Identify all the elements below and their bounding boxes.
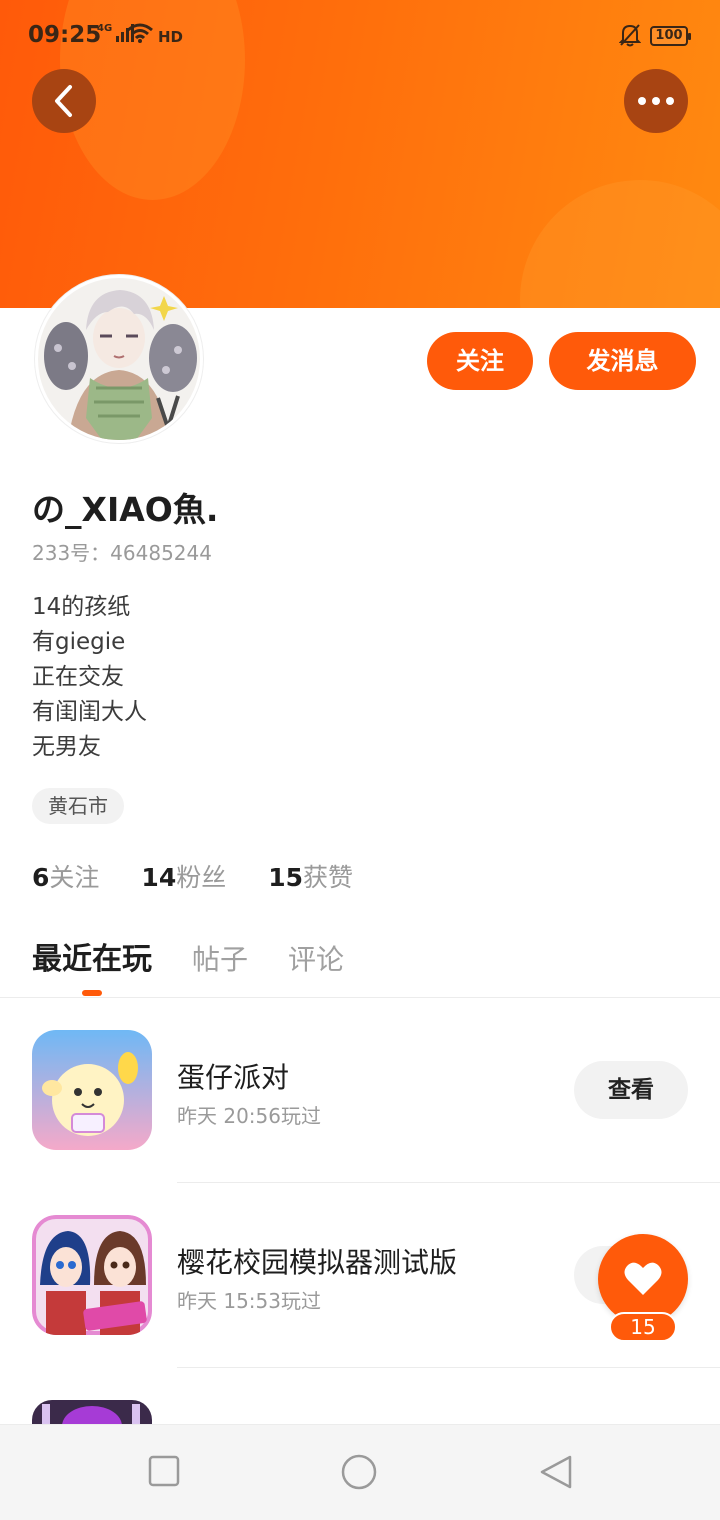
active-tab-indicator	[82, 990, 102, 996]
system-navigation-bar	[0, 1424, 720, 1520]
bio-line: 有闺闺大人	[32, 699, 147, 725]
status-time: 09:25	[28, 22, 102, 48]
game-icon-sakura-school	[32, 1215, 152, 1335]
heart-icon	[624, 1262, 662, 1295]
divider	[177, 1367, 720, 1368]
tab-comments[interactable]: 评论	[288, 938, 344, 978]
bio-line: 无男友	[32, 734, 101, 760]
hd-indicator: HD	[158, 28, 184, 46]
chevron-left-icon	[55, 85, 72, 117]
follow-button[interactable]: 关注	[427, 332, 533, 390]
like-count-badge: 15	[609, 1312, 677, 1342]
game-name: 蛋仔派对	[177, 1061, 290, 1094]
profile-bio: 14的孩纸 有giegie 正在交友 有闺闺大人 无男友	[32, 590, 147, 765]
bio-line: 有giegie	[32, 629, 126, 655]
profile-uid[interactable]: 233号：46485244	[32, 537, 212, 566]
stat-followers[interactable]: 14粉丝	[141, 858, 226, 894]
avatar[interactable]	[35, 275, 203, 443]
game-icon-eggy-party	[32, 1030, 152, 1150]
game-icon-partial	[32, 1400, 152, 1424]
back-nav-icon[interactable]	[538, 1454, 574, 1490]
bio-line: 14的孩纸	[32, 594, 131, 620]
game-played-time: 昨天 20:56玩过	[177, 1104, 321, 1128]
status-bar: 09:25 4G HD 100	[0, 0, 720, 72]
tab-recently-played[interactable]: 最近在玩	[32, 934, 152, 978]
profile-screen: 09:25 4G HD 100 关注 发消息 の_XIAO魚. 233号：464…	[0, 0, 720, 1520]
battery-indicator: 100	[650, 26, 691, 46]
profile-nickname: の_XIAO魚.	[32, 490, 219, 529]
wifi-icon	[127, 23, 153, 43]
back-button[interactable]	[32, 69, 96, 133]
profile-tabs: 最近在玩 帖子 评论	[32, 934, 344, 978]
avatar-image	[38, 278, 200, 440]
game-played-time: 昨天 15:53玩过	[177, 1289, 321, 1313]
view-game-button[interactable]: 查看	[574, 1061, 688, 1119]
home-icon[interactable]	[340, 1453, 378, 1491]
stat-following[interactable]: 6关注	[32, 858, 99, 894]
profile-stats: 6关注 14粉丝 15获赞	[32, 858, 353, 894]
game-name: 樱花校园模拟器测试版	[177, 1246, 458, 1279]
tab-posts[interactable]: 帖子	[192, 938, 248, 978]
bell-muted-icon	[619, 24, 641, 47]
send-message-button[interactable]: 发消息	[549, 332, 696, 390]
bio-line: 正在交友	[32, 664, 124, 690]
more-options-button[interactable]	[624, 69, 688, 133]
more-dots-icon	[638, 97, 674, 105]
like-button[interactable]	[598, 1234, 688, 1324]
stat-likes[interactable]: 15获赞	[268, 858, 353, 894]
location-tag: 黄石市	[32, 788, 124, 824]
recent-apps-icon[interactable]	[148, 1455, 180, 1487]
game-list-item[interactable]: 蛋仔派对 昨天 20:56玩过 查看	[0, 998, 720, 1183]
